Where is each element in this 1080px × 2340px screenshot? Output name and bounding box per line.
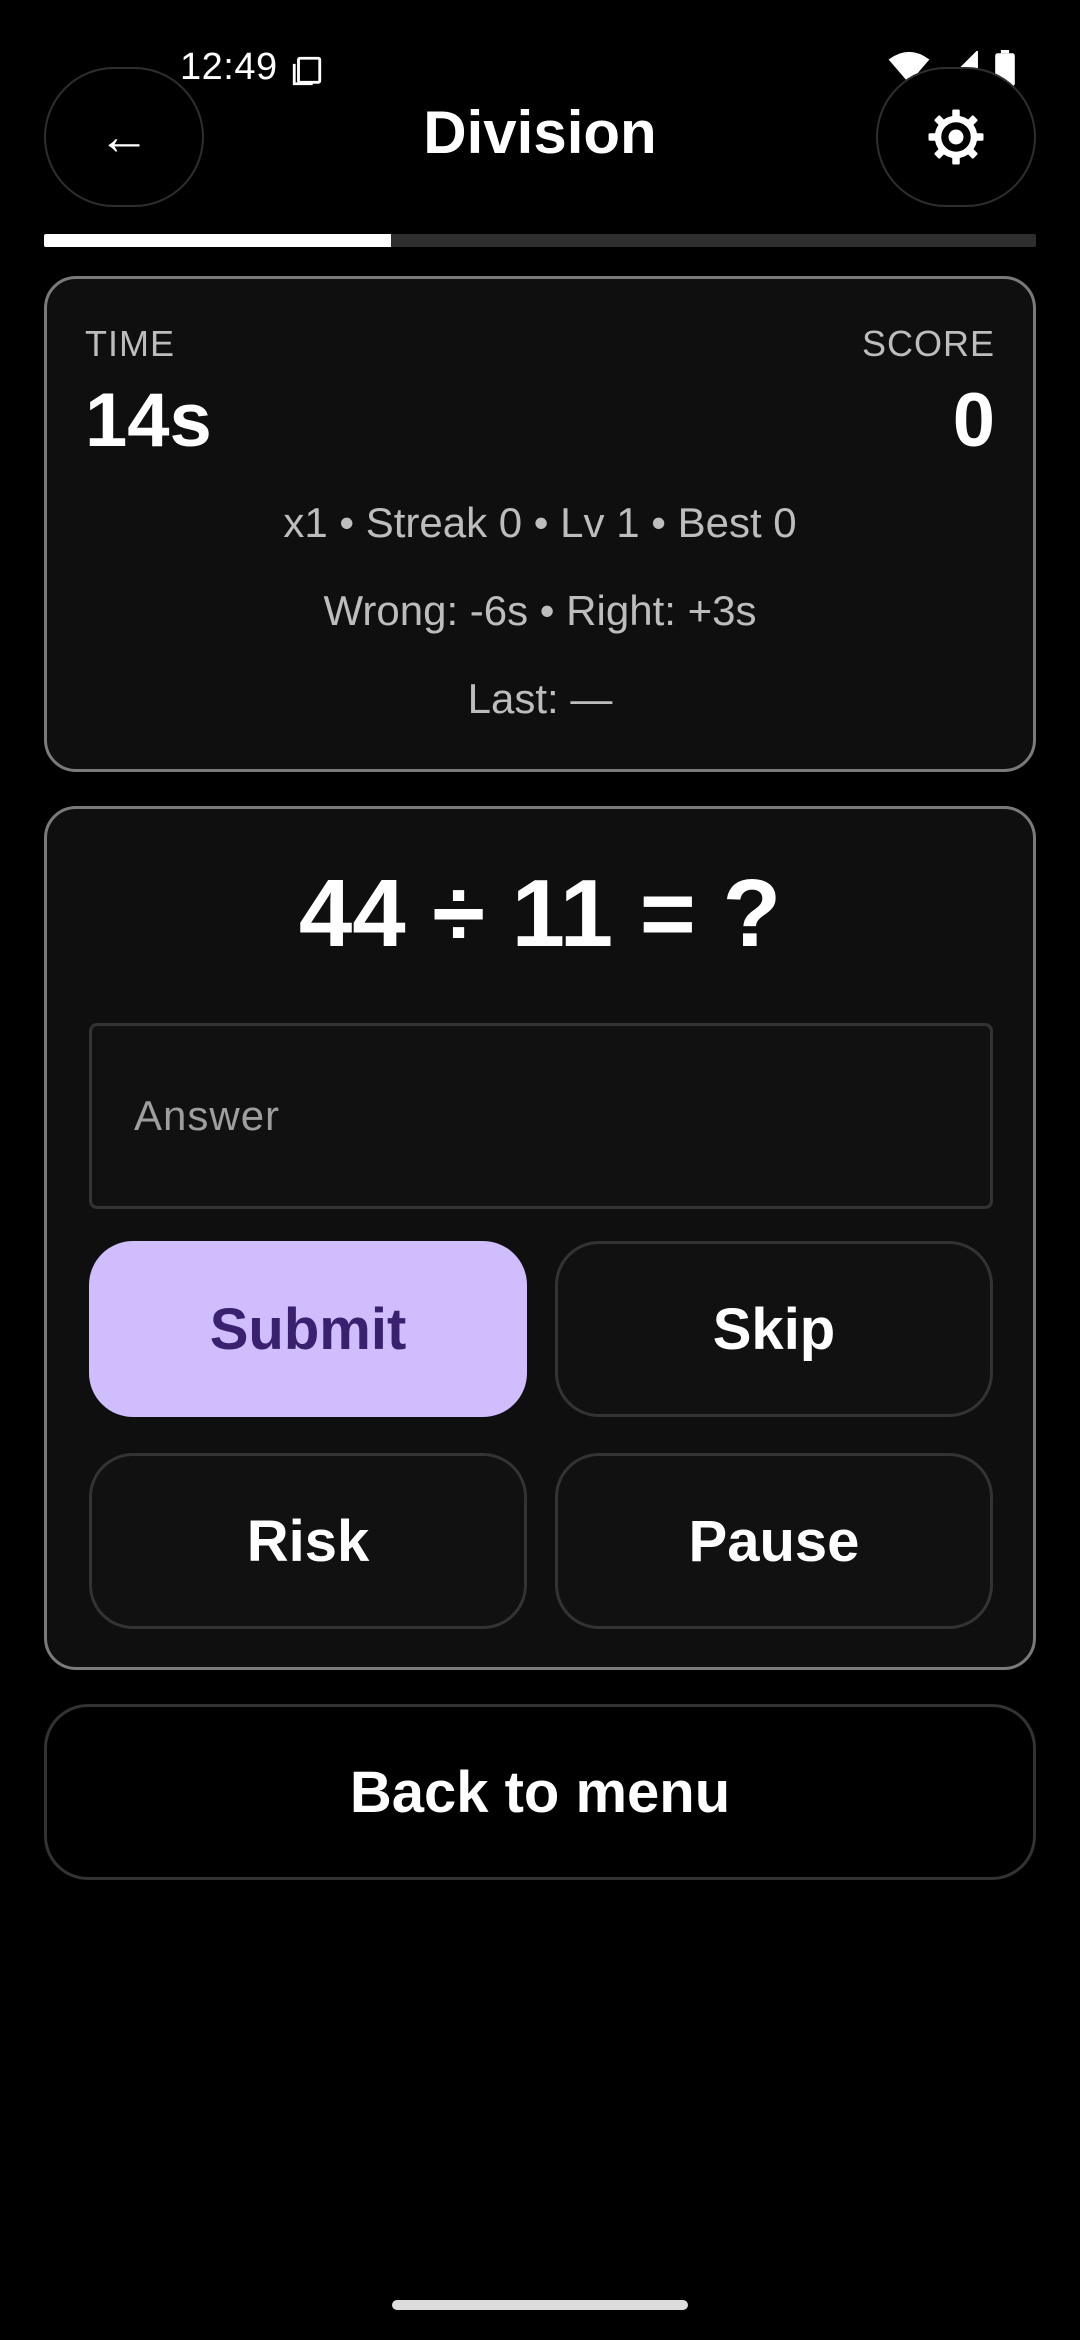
back-to-menu-button[interactable]: Back to menu [44, 1704, 1036, 1880]
score-label: SCORE [861, 323, 995, 364]
status-time: 12:49 [180, 46, 278, 88]
question-text: 44 ÷ 11 = ? [298, 860, 782, 967]
time-label: TIME [85, 323, 175, 364]
skip-button[interactable]: Skip [555, 1241, 993, 1417]
copy-icon [292, 56, 322, 86]
home-indicator[interactable] [392, 2300, 688, 2310]
progress-fill [44, 234, 392, 247]
time-value: 14s [85, 378, 212, 463]
time-progress-bar [44, 234, 1036, 247]
time-rules-info: Wrong: -6s • Right: +3s [323, 587, 757, 634]
answer-input[interactable] [89, 1023, 993, 1209]
stats-card: TIME 14s SCORE 0 x1 • Streak 0 • Lv 1 • … [44, 276, 1036, 772]
streak-info: x1 • Streak 0 • Lv 1 • Best 0 [283, 499, 797, 546]
pause-button[interactable]: Pause [555, 1453, 993, 1629]
last-answer-info: Last: — [467, 675, 613, 722]
submit-button[interactable]: Submit [89, 1241, 527, 1417]
risk-button[interactable]: Risk [89, 1453, 527, 1629]
question-card: 44 ÷ 11 = ? Submit Skip Risk Pause [44, 806, 1036, 1670]
screen: 12:49 ← Division TIME 14s SCORE 0 x1 • S… [0, 0, 1080, 2340]
score-value: 0 [952, 378, 995, 463]
gear-icon [928, 109, 984, 165]
settings-button[interactable] [876, 67, 1036, 207]
